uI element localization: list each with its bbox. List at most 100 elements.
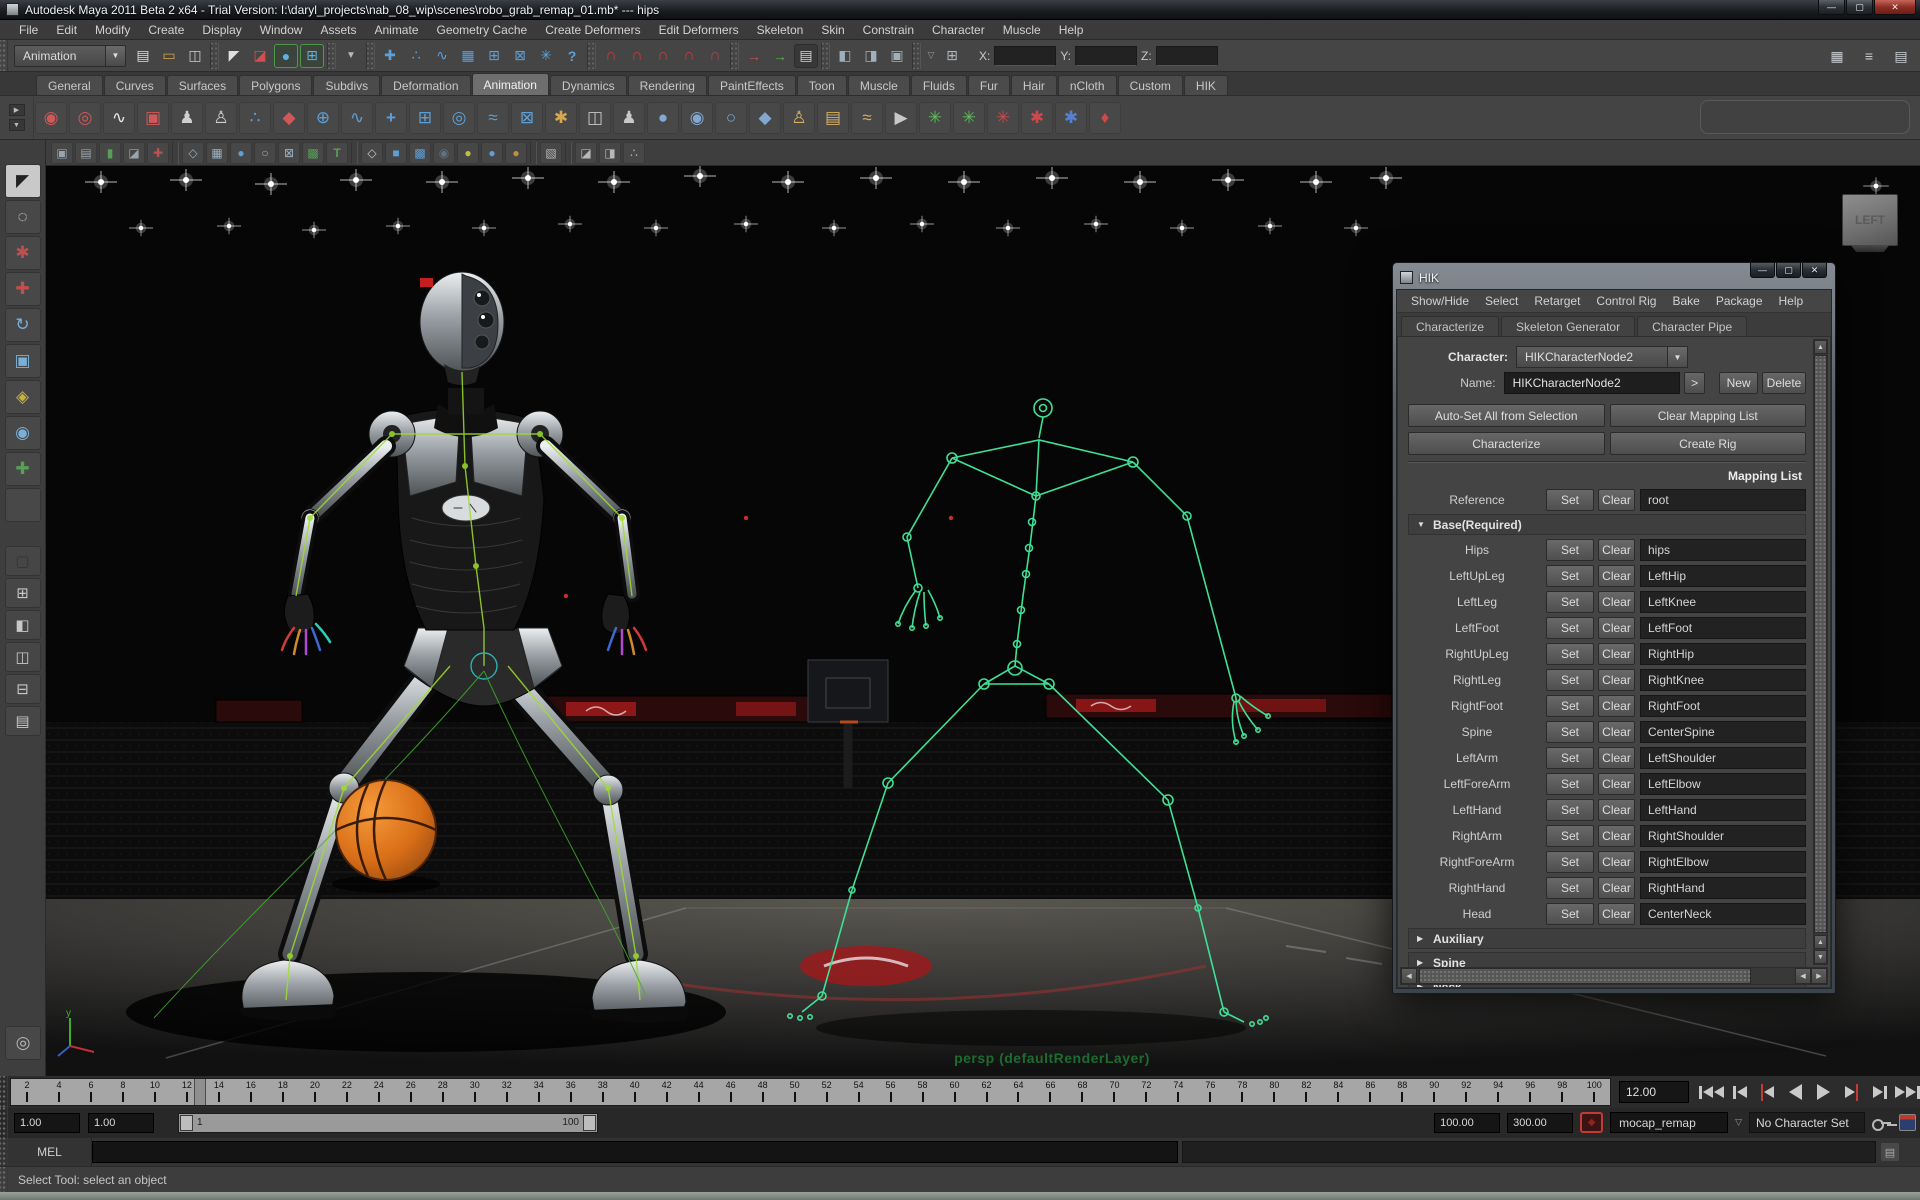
menu-set-dropdown[interactable]: Animation ▼ [14,44,126,67]
toolbar-grip[interactable] [0,1138,8,1166]
shelf-menu-icon[interactable]: ▶ [8,104,25,116]
shelf-tab[interactable]: Rendering [627,75,707,95]
shelf-blend-shape-icon[interactable]: ◫ [579,101,611,134]
mapping-value-field[interactable]: LeftElbow [1640,772,1806,795]
set-button[interactable]: Set [1546,616,1594,639]
scale-tool[interactable]: ▣ [4,344,41,378]
create-rig-button[interactable]: Create Rig [1609,432,1806,455]
shelf-bind-skin-icon[interactable]: ≈ [477,101,509,134]
go-to-start-button[interactable] [1699,1081,1724,1103]
viewport-gadget-icon[interactable]: ◎ [5,1026,41,1060]
animation-start-field[interactable] [14,1113,80,1133]
shelf-air-field-icon[interactable]: ✳ [919,101,951,134]
auto-set-button[interactable]: Auto-Set All from Selection [1408,404,1605,427]
timeline-tick[interactable]: 14 [203,1079,235,1105]
shelf-tab[interactable]: General [36,75,103,95]
character-menu[interactable]: mocap_remap [1610,1112,1729,1133]
hik-tab[interactable]: Skeleton Generator [1501,316,1636,336]
shelf-tab[interactable]: Toon [796,75,847,95]
render-current-frame-icon[interactable]: ◧ [833,44,857,68]
menu-item[interactable]: Character [923,23,994,37]
section-header[interactable]: ▶ Auxiliary [1408,928,1806,949]
z-coord-input[interactable] [1155,45,1218,66]
set-button[interactable]: Set [1546,538,1594,561]
set-button[interactable]: Set [1546,488,1594,511]
shelf-insert-joint-icon[interactable]: + [375,101,407,134]
hik-menu-item[interactable]: Control Rig [1588,294,1664,308]
mask-surfaces-icon[interactable]: ▦ [456,44,480,68]
menu-item[interactable]: Help [1050,23,1093,37]
output-connections-icon[interactable]: → [768,44,792,68]
shelf-tab[interactable]: Animation [471,73,549,95]
shelf-tab[interactable]: Curves [103,75,166,95]
channel-box-icon[interactable]: ▤ [1889,44,1913,68]
image-plane-icon[interactable]: ◪ [123,141,145,164]
timeline-tick[interactable]: 58 [907,1079,939,1105]
timeline-tick[interactable]: 86 [1354,1079,1386,1105]
mapping-value-field[interactable]: hips [1640,538,1806,561]
shelf-tab[interactable]: HIK [1183,75,1228,95]
timeline-tick[interactable]: 68 [1066,1079,1098,1105]
film-gate-icon[interactable]: ▦ [206,141,228,164]
layout-persp-panel[interactable]: ▤ [4,706,41,736]
timeline-tick[interactable]: 96 [1514,1079,1546,1105]
shelf-tab[interactable]: PaintEffects [707,75,796,95]
safe-title-icon[interactable]: T [326,141,348,164]
timeline-tick[interactable]: 76 [1194,1079,1226,1105]
menu-item[interactable]: File [10,23,47,37]
separator[interactable] [565,141,572,164]
shelf-tab[interactable]: Dynamics [549,75,627,95]
safe-action-icon[interactable]: ▩ [302,141,324,164]
camera-attributes-icon[interactable]: ▤ [75,141,97,164]
timeline-tick[interactable]: 52 [811,1079,843,1105]
mask-misc-icon[interactable]: ? [560,44,584,68]
shelf-pose-icon[interactable]: ♟ [613,101,645,134]
play-backwards-button[interactable] [1783,1081,1808,1103]
script-editor-icon[interactable]: ▤ [1880,1142,1900,1162]
menu-item[interactable]: Window [251,23,312,37]
hik-tab[interactable]: Character Pipe [1637,316,1748,336]
playback-end-field[interactable] [1434,1112,1501,1133]
shelf-volume-axis-icon[interactable]: ✱ [1055,101,1087,134]
timeline-tick[interactable]: 60 [939,1079,971,1105]
character-dropdown[interactable]: HIKCharacterNode2 ▼ [1516,346,1688,368]
x-coord-input[interactable] [994,45,1057,66]
shelf-create-clip-icon[interactable]: ▣ [137,101,169,134]
go-to-end-button[interactable] [1895,1081,1920,1103]
menu-item[interactable]: Geometry Cache [428,23,537,37]
default-material-icon[interactable]: ● [481,141,503,164]
timeline-tick[interactable]: 2 [11,1079,43,1105]
timeline-tick[interactable]: 100 [1578,1079,1610,1105]
timeline-tick[interactable]: 48 [747,1079,779,1105]
select-camera-icon[interactable]: ▣ [51,141,73,164]
timeline-tick[interactable]: 6 [75,1079,107,1105]
layout-hypershade[interactable]: ⊟ [4,674,41,704]
shelf-joint-tool-icon[interactable]: ∴ [239,101,271,134]
select-hierarchy-icon[interactable]: ◪ [248,44,272,68]
selection-mask-icon[interactable]: ◤ [222,44,246,68]
range-end-handle[interactable] [583,1115,596,1131]
menu-item[interactable]: Display [193,23,250,37]
field-chart-icon[interactable]: ⊠ [278,141,300,164]
animation-end-field[interactable] [1507,1112,1574,1133]
select-component-mode-icon[interactable]: ⊞ [300,43,324,68]
menu-item[interactable]: Create [139,23,193,37]
mapping-value-field[interactable]: RightFoot [1640,694,1806,717]
timeline-tick[interactable]: 80 [1258,1079,1290,1105]
timeline-tick[interactable]: 30 [459,1079,491,1105]
mapping-value-field[interactable]: LeftShoulder [1640,746,1806,769]
hik-menu-item[interactable]: Show/Hide [1403,294,1477,308]
separator[interactable] [172,141,179,164]
timeline-tick[interactable]: 84 [1322,1079,1354,1105]
hik-window[interactable]: HIK — ▢ ✕ Show/Hide Select Retarget Control… [1392,262,1836,994]
separator[interactable] [366,42,375,69]
separator[interactable] [210,42,219,69]
menu-item[interactable]: Skeleton [748,23,813,37]
shelf-drag-field-icon[interactable]: ✳ [953,101,985,134]
menu-item[interactable]: Constrain [854,23,923,37]
shelf-paint-weights-icon[interactable]: ✱ [545,101,577,134]
auto-keyframe-toggle[interactable]: ◆ [1580,1112,1604,1133]
toolbar-grip[interactable] [0,1167,8,1192]
hik-titlebar[interactable]: HIK — ▢ ✕ [1396,263,1832,289]
attribute-editor-icon[interactable]: ▦ [1825,44,1849,68]
